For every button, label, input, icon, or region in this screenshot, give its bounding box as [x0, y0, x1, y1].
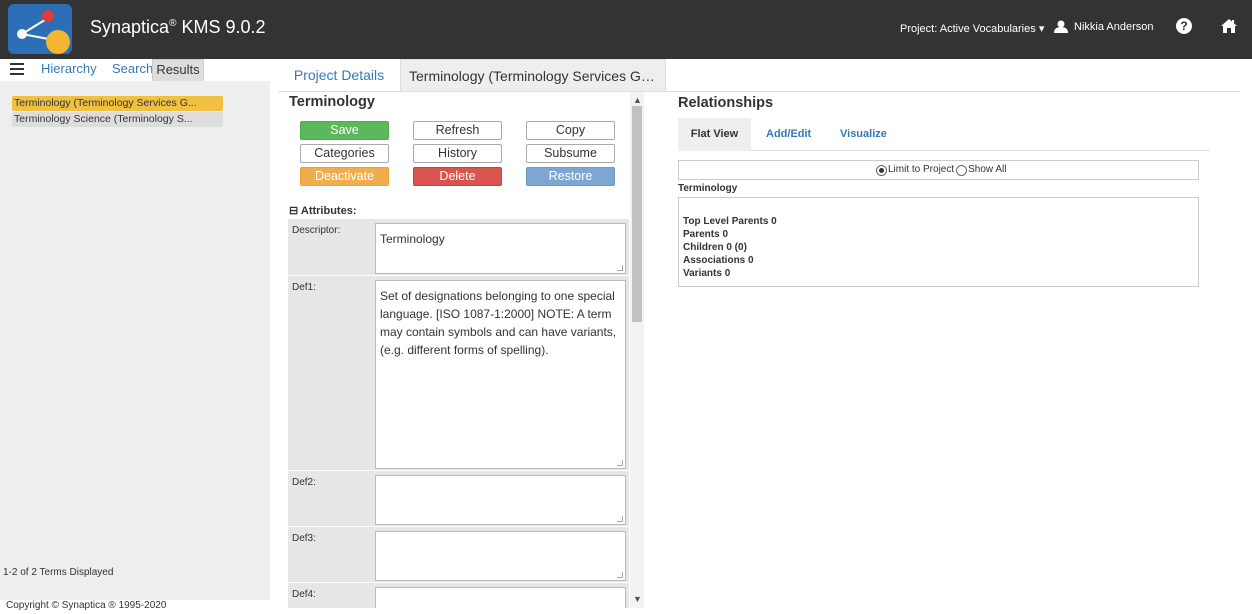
descriptor-field[interactable]: Terminology: [375, 223, 626, 274]
tab-results[interactable]: Results: [152, 59, 204, 81]
def1-value: Set of designations belonging to one spe…: [380, 289, 617, 357]
def1-field[interactable]: Set of designations belonging to one spe…: [375, 280, 626, 469]
def2-field[interactable]: [375, 475, 626, 525]
user-menu[interactable]: Nikkia Anderson: [1054, 20, 1154, 33]
relationship-summary: Top Level Parents 0 Parents 0 Children 0…: [678, 197, 1199, 287]
registered-mark: ®: [169, 18, 177, 29]
deactivate-button[interactable]: Deactivate: [300, 167, 389, 186]
middle-tabs: Project Details Terminology (Terminology…: [278, 59, 666, 91]
user-icon: [1054, 20, 1068, 33]
tab-search[interactable]: Search: [112, 61, 153, 76]
limit-to-project-label: Limit to Project: [888, 164, 955, 175]
associations[interactable]: Associations 0: [683, 255, 754, 266]
synaptica-logo[interactable]: [8, 4, 72, 54]
attribute-row: Def4:: [288, 583, 629, 608]
attribute-row: Def1: Set of designations belonging to o…: [288, 276, 629, 471]
attribute-label: Descriptor:: [292, 225, 341, 236]
save-button[interactable]: Save: [300, 121, 389, 140]
left-sidebar: Hierarchy Search Results: [0, 59, 270, 600]
parents[interactable]: Parents 0: [683, 229, 728, 240]
resize-handle-icon[interactable]: [617, 265, 623, 271]
left-tabs: Hierarchy Search Results: [0, 59, 270, 81]
copyright-text: Copyright © Synaptica ® 1995-2020: [6, 600, 167, 611]
variants[interactable]: Variants 0: [683, 268, 730, 279]
show-all-label: Show All: [968, 164, 1007, 175]
top-navbar: Synaptica® KMS 9.0.2 Project: Active Voc…: [0, 0, 1252, 59]
top-level-parents[interactable]: Top Level Parents 0: [683, 216, 777, 227]
resize-handle-icon[interactable]: [617, 572, 623, 578]
app-title: Synaptica® KMS 9.0.2: [90, 17, 266, 38]
term-details-panel: Terminology Save Refresh Copy Categories…: [284, 92, 629, 608]
children[interactable]: Children 0 (0): [683, 242, 747, 253]
user-name: Nikkia Anderson: [1074, 20, 1154, 33]
project-label: Project: Active Vocabularies: [900, 23, 1036, 35]
subsume-button[interactable]: Subsume: [526, 144, 615, 163]
tab-term[interactable]: Terminology (Terminology Services Glo...: [400, 59, 666, 91]
scrollbar-thumb[interactable]: [632, 106, 642, 322]
restore-button[interactable]: Restore: [526, 167, 615, 186]
app-name: Synaptica: [90, 17, 170, 37]
tab-flat-view[interactable]: Flat View: [678, 118, 751, 151]
project-dropdown[interactable]: Project: Active Vocabularies ▾: [900, 22, 1044, 35]
copy-button[interactable]: Copy: [526, 121, 615, 140]
result-item[interactable]: Terminology (Terminology Services G...: [12, 96, 223, 111]
terms-count: 1-2 of 2 Terms Displayed: [3, 567, 114, 578]
term-heading: Terminology: [289, 94, 375, 110]
result-item[interactable]: Terminology Science (Terminology S...: [12, 112, 223, 127]
tab-hierarchy[interactable]: Hierarchy: [41, 61, 97, 76]
relationship-term: Terminology: [678, 183, 738, 194]
attribute-row: Def3:: [288, 527, 629, 583]
delete-button[interactable]: Delete: [413, 167, 502, 186]
attribute-label: Def3:: [292, 533, 316, 544]
attributes-label: Attributes:: [300, 205, 357, 217]
limit-to-project-radio[interactable]: [876, 164, 887, 176]
def4-field[interactable]: [375, 587, 626, 608]
attribute-row: Def2:: [288, 471, 629, 527]
descriptor-value: Terminology: [380, 232, 445, 246]
tab-add-edit[interactable]: Add/Edit: [766, 118, 811, 151]
refresh-button[interactable]: Refresh: [413, 121, 502, 140]
attribute-label: Def1:: [292, 282, 316, 293]
show-all-radio[interactable]: [956, 164, 968, 176]
scope-filter: Limit to Project Show All: [678, 160, 1199, 180]
attribute-label: Def2:: [292, 477, 316, 488]
attribute-row: Descriptor: Terminology: [288, 219, 629, 276]
history-button[interactable]: History: [413, 144, 502, 163]
help-icon[interactable]: ?: [1176, 18, 1192, 34]
home-icon[interactable]: [1220, 17, 1238, 35]
resize-handle-icon[interactable]: [617, 516, 623, 522]
relationships-heading: Relationships: [678, 95, 774, 111]
tab-project-details[interactable]: Project Details: [278, 59, 400, 91]
relationship-tabs: Flat View Add/Edit Visualize: [678, 118, 1210, 151]
scroll-up-icon[interactable]: ▲: [633, 95, 642, 105]
caret-down-icon: ▾: [1038, 23, 1045, 35]
def3-field[interactable]: [375, 531, 626, 581]
attributes-header[interactable]: ⊟ Attributes:: [289, 204, 356, 217]
resize-handle-icon[interactable]: [617, 460, 623, 466]
scroll-down-icon[interactable]: ▼: [633, 594, 642, 604]
app-version: KMS 9.0.2: [181, 17, 266, 37]
tab-visualize[interactable]: Visualize: [840, 118, 887, 151]
collapse-icon[interactable]: ⊟: [289, 205, 298, 217]
categories-button[interactable]: Categories: [300, 144, 389, 163]
attribute-label: Def4:: [292, 589, 316, 600]
hamburger-menu-icon[interactable]: [10, 63, 24, 75]
